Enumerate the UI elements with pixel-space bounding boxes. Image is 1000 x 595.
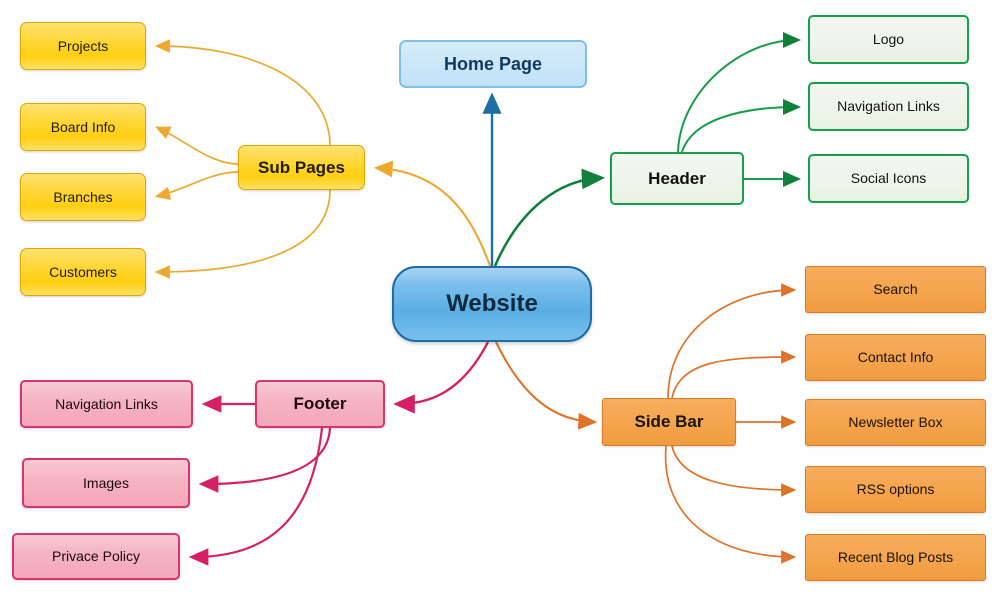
edge-sub-pages-to-customers [154, 189, 331, 279]
edge-footer-to-images [198, 427, 332, 493]
node-website-label: Website [446, 290, 538, 318]
edge-sub-pages-to-projects [154, 39, 331, 147]
edge-website-to-sub-pages [373, 160, 491, 267]
edge-header-to-logo [677, 32, 801, 153]
node-board-info[interactable]: Board Info [20, 103, 146, 151]
node-side-bar-label: Side Bar [634, 412, 704, 432]
node-privace-policy[interactable]: Privace Policy [12, 533, 180, 580]
node-home-page[interactable]: Home Page [399, 40, 587, 88]
edge-header-to-navigation-links [681, 99, 801, 153]
node-board-info-label: Board Info [50, 118, 116, 135]
node-search[interactable]: Search [805, 266, 986, 313]
node-projects[interactable]: Projects [20, 22, 146, 70]
node-social-icons[interactable]: Social Icons [808, 154, 969, 203]
edge-footer-to-privace-policy [188, 427, 324, 566]
node-social-icons-label: Social Icons [850, 170, 927, 187]
node-side-bar[interactable]: Side Bar [602, 398, 736, 446]
node-images-label: Images [83, 474, 129, 491]
node-logo-label: Logo [872, 31, 905, 48]
node-contact-info-label: Contact Info [857, 349, 934, 366]
node-sub-pages-label: Sub Pages [258, 157, 345, 177]
node-website[interactable]: Website [392, 266, 592, 342]
node-footer[interactable]: Footer [255, 380, 385, 428]
edge-sub-pages-to-board-info [154, 126, 239, 165]
node-recent-blog-posts[interactable]: Recent Blog Posts [805, 534, 986, 581]
node-branches[interactable]: Branches [20, 173, 146, 221]
node-header-navigation-links[interactable]: Navigation Links [808, 82, 969, 131]
edge-website-to-side-bar [495, 341, 598, 430]
node-newsletter-box[interactable]: Newsletter Box [805, 399, 986, 446]
node-customers[interactable]: Customers [20, 248, 146, 296]
node-sub-pages[interactable]: Sub Pages [238, 145, 365, 190]
edge-sub-pages-to-branches [154, 171, 239, 201]
node-projects-label: Projects [57, 37, 109, 54]
edge-side-bar-to-contact-info [671, 350, 797, 399]
node-logo[interactable]: Logo [808, 15, 969, 64]
node-recent-blog-posts-label: Recent Blog Posts [837, 549, 954, 566]
node-rss-options[interactable]: RSS options [805, 466, 986, 513]
node-newsletter-box-label: Newsletter Box [848, 414, 943, 431]
node-images[interactable]: Images [22, 458, 190, 508]
edge-website-to-header [493, 168, 606, 267]
node-header-label: Header [648, 168, 706, 188]
node-contact-info[interactable]: Contact Info [805, 334, 986, 381]
node-rss-options-label: RSS options [856, 481, 935, 498]
node-privace-policy-label: Privace Policy [52, 548, 140, 565]
node-footer-label: Footer [293, 394, 347, 414]
node-header[interactable]: Header [610, 152, 744, 205]
edge-side-bar-to-rss-options [671, 445, 797, 497]
node-footer-navigation-links[interactable]: Navigation Links [20, 380, 193, 428]
node-header-navigation-links-label: Navigation Links [837, 98, 940, 115]
mindmap-canvas: Website Home Page Sub Pages Projects Boa… [0, 0, 1000, 595]
node-footer-navigation-links-label: Navigation Links [55, 395, 158, 412]
edge-side-bar-to-recent-blog-posts [664, 445, 797, 564]
edge-side-bar-to-search [667, 283, 797, 399]
node-home-page-label: Home Page [443, 53, 543, 74]
node-branches-label: Branches [53, 188, 113, 205]
node-search-label: Search [873, 281, 918, 298]
edge-website-to-footer [393, 341, 490, 414]
node-customers-label: Customers [49, 263, 117, 280]
